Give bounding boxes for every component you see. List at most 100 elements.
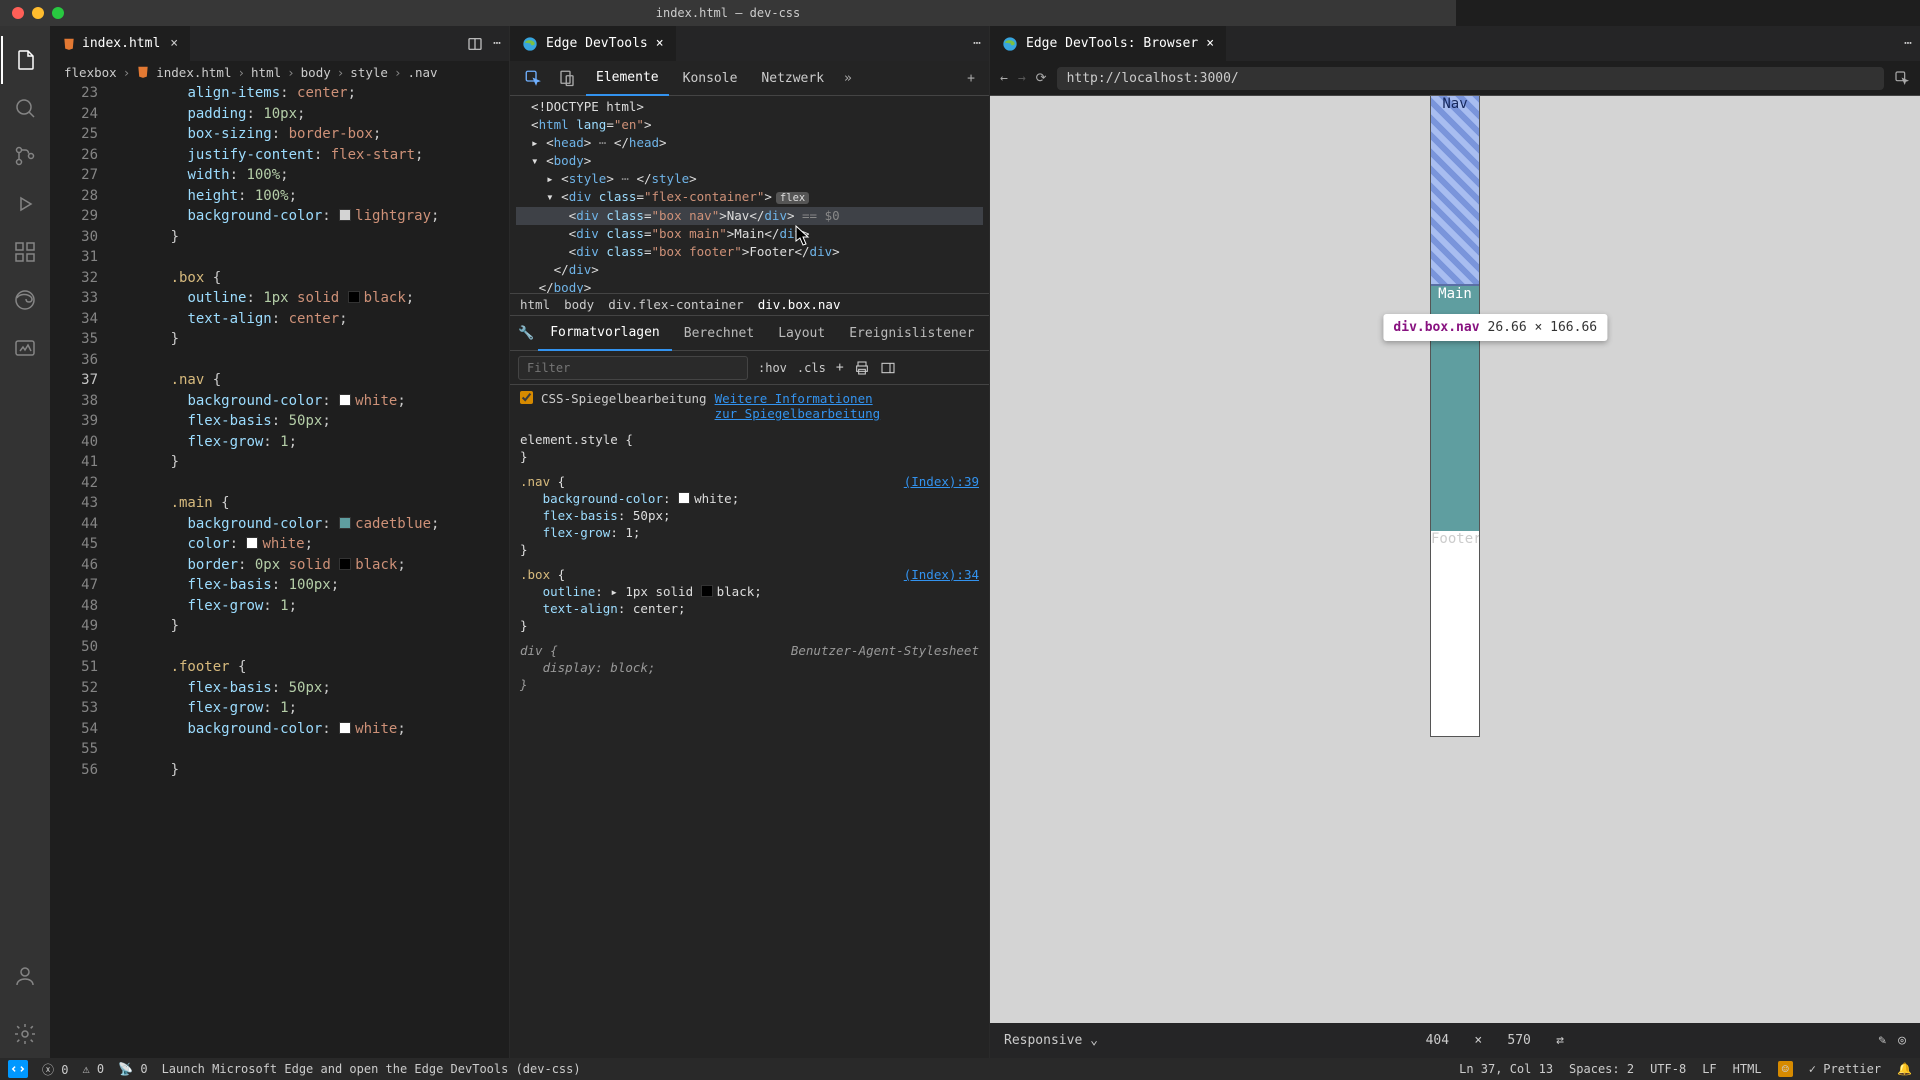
window-title: index.html — dev-css <box>656 6 801 20</box>
target-icon[interactable]: ◎ <box>1898 1033 1906 1048</box>
explorer-icon[interactable] <box>1 36 49 84</box>
nav-forward-icon[interactable]: → <box>1018 71 1026 86</box>
search-icon[interactable] <box>1 84 49 132</box>
tooltip-selector: div.box.nav <box>1393 320 1479 335</box>
crumb-body[interactable]: body <box>564 297 594 312</box>
crumb-container[interactable]: div.flex-container <box>608 297 743 312</box>
crumb-html[interactable]: html <box>251 65 281 80</box>
language-mode[interactable]: HTML <box>1733 1062 1762 1076</box>
file-tab[interactable]: index.html × <box>50 26 191 61</box>
encoding[interactable]: UTF-8 <box>1650 1062 1686 1076</box>
hov-toggle[interactable]: :hov <box>758 361 787 375</box>
panel-icon[interactable] <box>880 360 896 376</box>
chevron-right-icon[interactable]: » <box>838 67 858 90</box>
bell-icon[interactable]: 🔔 <box>1897 1062 1912 1076</box>
device-select[interactable]: Responsive ⌄ <box>1004 1033 1098 1048</box>
rule-src-box[interactable]: (Index):34 <box>904 566 979 583</box>
port-count[interactable]: 📡 0 <box>118 1062 147 1076</box>
url-input[interactable]: http://localhost:3000/ <box>1057 67 1884 90</box>
crumb-file[interactable]: index.html <box>156 65 231 80</box>
close-window-icon[interactable] <box>12 7 24 19</box>
minimize-window-icon[interactable] <box>32 7 44 19</box>
rule-element-style[interactable]: element.style { <box>520 432 633 447</box>
device-toggle-icon[interactable] <box>552 65 582 91</box>
device-height[interactable] <box>1494 1033 1544 1048</box>
crumb-folder[interactable]: flexbox <box>64 65 117 80</box>
account-icon[interactable] <box>1 952 49 1000</box>
crumb-boxnav[interactable]: div.box.nav <box>758 297 841 312</box>
feedback-icon[interactable]: ☺ <box>1778 1061 1793 1077</box>
devtools-tab[interactable]: Edge DevTools × <box>510 26 676 61</box>
split-editor-icon[interactable] <box>467 36 483 52</box>
mirror-link[interactable]: Weitere Informationen zur Spiegelbearbei… <box>715 391 895 421</box>
tab-ereignislistener[interactable]: Ereignislistener <box>837 316 986 351</box>
more-icon[interactable]: ⋯ <box>973 36 981 51</box>
dom-tree[interactable]: <!DOCTYPE html> <html lang="en"> ▸ <head… <box>510 96 989 294</box>
breadcrumbs[interactable]: flexbox› index.html› html› body› style› … <box>50 61 509 83</box>
mouse-cursor-icon <box>795 225 811 247</box>
dom-breadcrumb[interactable]: html body div.flex-container div.box.nav <box>510 294 989 316</box>
crumb-nav[interactable]: .nav <box>407 65 437 80</box>
styles-pane[interactable]: element.style {} (Index):39 .nav { backg… <box>510 427 989 705</box>
filter-input[interactable] <box>518 356 748 380</box>
html-file-icon <box>136 65 150 79</box>
plus-icon[interactable]: + <box>836 360 844 375</box>
phone-frame: Nav Main Footer <box>1431 96 1479 736</box>
edge-icon <box>1002 36 1018 52</box>
more-icon[interactable]: ⋯ <box>493 36 501 52</box>
title-bar: index.html — dev-css <box>0 0 1456 26</box>
device-width[interactable] <box>1412 1033 1462 1048</box>
devtools-panel: Edge DevTools × ⋯ Elemente Konsole Netzw… <box>510 26 990 1058</box>
eol[interactable]: LF <box>1702 1062 1716 1076</box>
wrench-icon[interactable]: 🔧 <box>518 326 534 341</box>
tooltip-dims: 26.66 × 166.66 <box>1488 320 1598 335</box>
activity-bar <box>0 26 50 1058</box>
tab-formatvorlagen[interactable]: Formatvorlagen <box>538 316 672 351</box>
tab-elemente[interactable]: Elemente <box>586 61 669 96</box>
traffic-lights <box>0 7 64 19</box>
run-debug-icon[interactable] <box>1 180 49 228</box>
tab-layout[interactable]: Layout <box>766 316 837 351</box>
browser-tab[interactable]: Edge DevTools: Browser × <box>990 26 1226 61</box>
inspect-icon[interactable] <box>518 65 548 91</box>
cursor-position[interactable]: Ln 37, Col 13 <box>1459 1062 1553 1076</box>
tab-netzwerk[interactable]: Netzwerk <box>751 61 834 96</box>
extensions-icon[interactable] <box>1 228 49 276</box>
indentation[interactable]: Spaces: 2 <box>1569 1062 1634 1076</box>
reload-icon[interactable]: ⟳ <box>1036 71 1047 86</box>
tab-berechnet[interactable]: Berechnet <box>672 316 766 351</box>
crumb-body[interactable]: body <box>301 65 331 80</box>
rule-src-nav[interactable]: (Index):39 <box>904 473 979 490</box>
code-editor[interactable]: 2324252627282930313233343536373839404142… <box>50 83 509 1058</box>
zoom-window-icon[interactable] <box>52 7 64 19</box>
mirror-checkbox[interactable] <box>520 391 533 404</box>
gear-icon[interactable] <box>1 1010 49 1058</box>
rotate-icon[interactable]: ⇄ <box>1556 1033 1564 1048</box>
browser-preview[interactable]: Nav Main Footer div.box.nav 26.66 × 166.… <box>990 96 1920 1023</box>
warnings-count[interactable]: ⚠ 0 <box>82 1062 104 1076</box>
edge-icon[interactable] <box>1 276 49 324</box>
preview-footer: Footer <box>1431 531 1479 736</box>
close-tab-icon[interactable]: × <box>656 36 664 51</box>
close-tab-icon[interactable]: × <box>170 36 178 51</box>
media-icon[interactable] <box>1 324 49 372</box>
crumb-style[interactable]: style <box>350 65 388 80</box>
editor-panel: index.html × ⋯ flexbox› index.html› html… <box>50 26 510 1058</box>
crumb-html[interactable]: html <box>520 297 550 312</box>
close-tab-icon[interactable]: × <box>1206 36 1214 51</box>
launch-edge-button[interactable]: Launch Microsoft Edge and open the Edge … <box>162 1062 581 1076</box>
inspect-icon[interactable] <box>1894 70 1910 86</box>
cls-toggle[interactable]: .cls <box>797 361 826 375</box>
dim-separator: × <box>1474 1033 1482 1048</box>
more-icon[interactable]: ⋯ <box>1904 36 1912 51</box>
status-bar: ⓧ 0 ⚠ 0 📡 0 Launch Microsoft Edge and op… <box>0 1058 1920 1080</box>
errors-count[interactable]: ⓧ 0 <box>42 1061 68 1078</box>
eyedropper-icon[interactable]: ✎ <box>1878 1033 1886 1048</box>
tab-konsole[interactable]: Konsole <box>673 61 748 96</box>
nav-back-icon[interactable]: ← <box>1000 71 1008 86</box>
print-icon[interactable] <box>854 360 870 376</box>
remote-icon[interactable] <box>8 1060 28 1078</box>
prettier-status[interactable]: ✓ Prettier <box>1809 1062 1881 1076</box>
plus-icon[interactable]: + <box>961 67 981 90</box>
source-control-icon[interactable] <box>1 132 49 180</box>
